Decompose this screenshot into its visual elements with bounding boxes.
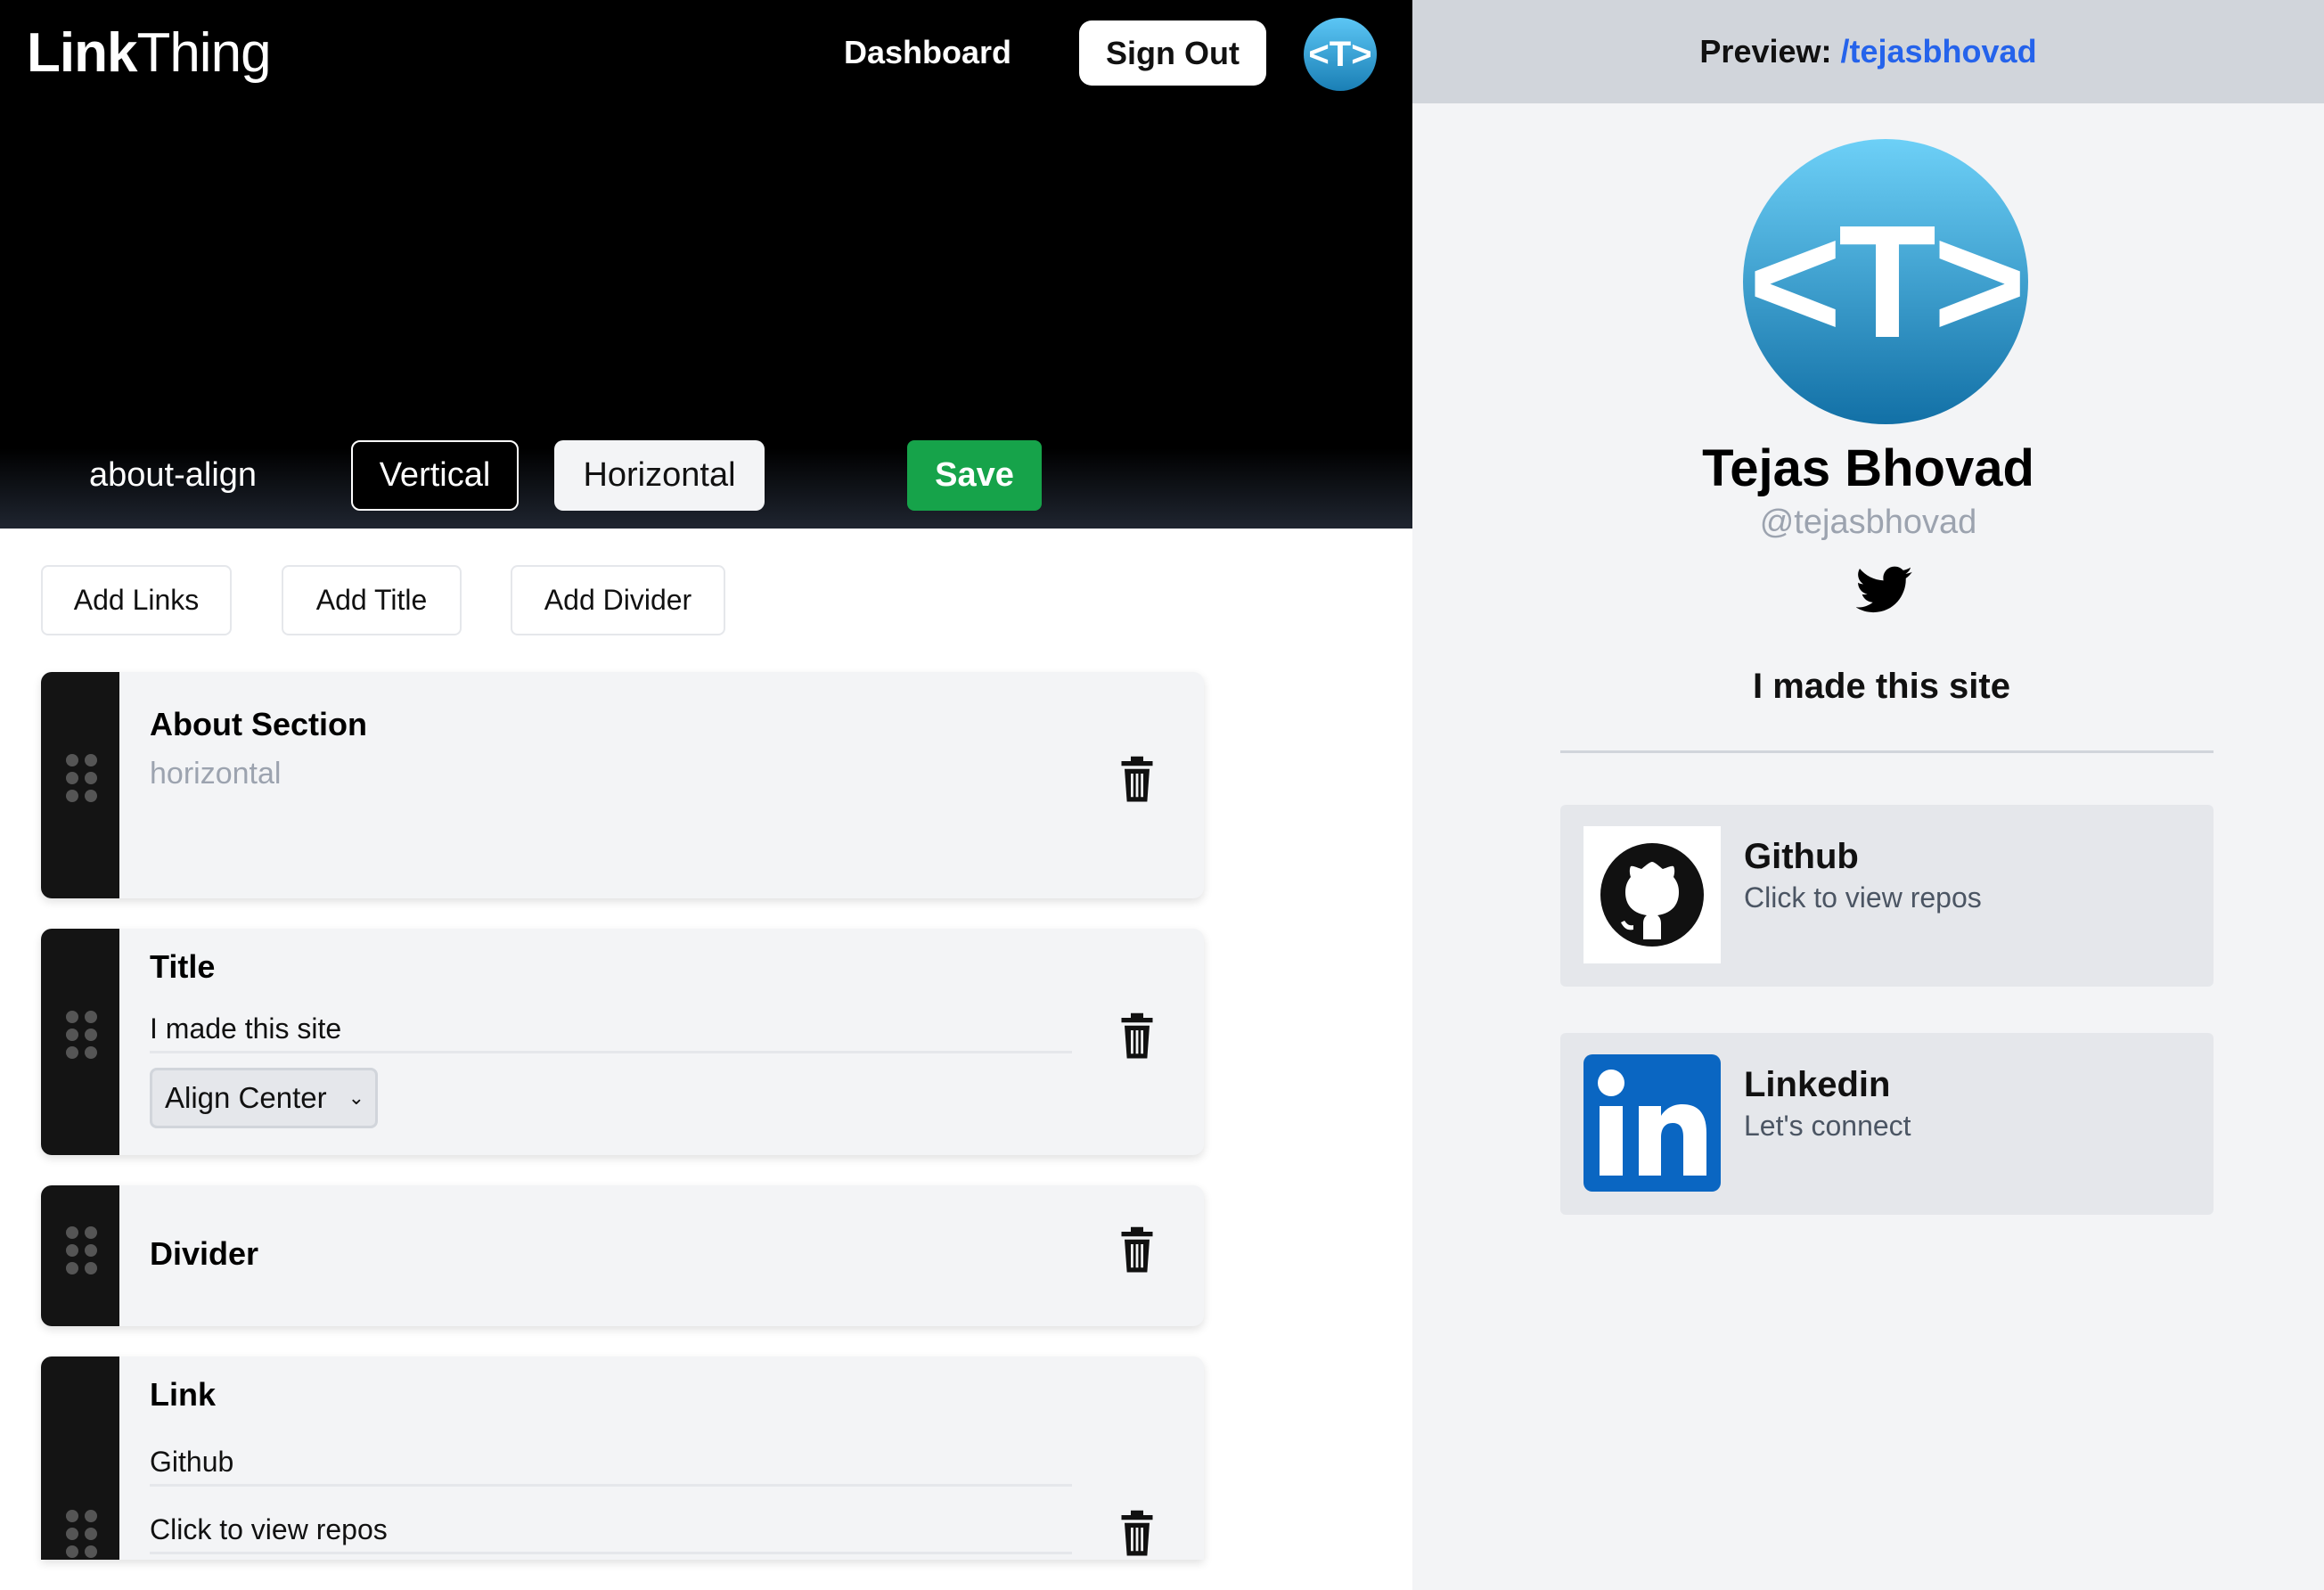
editor-header: LinkThing Dashboard Sign Out <T> about-a…	[0, 0, 1412, 529]
chevron-down-icon: ⌄	[348, 1086, 364, 1109]
linkedin-icon	[1583, 1054, 1721, 1192]
preview-panel: Preview: /tejasbhovad <T> Tejas Bhovad @…	[1412, 0, 2324, 1590]
user-avatar[interactable]: <T>	[1304, 18, 1377, 91]
logo-bold-text: Link	[27, 22, 137, 84]
github-icon	[1583, 826, 1721, 963]
drag-handle[interactable]	[41, 1185, 119, 1326]
link-description: Let's connect	[1744, 1110, 1911, 1142]
card-title: Title	[150, 948, 216, 985]
about-section-card: About Section horizontal	[41, 672, 1204, 898]
add-links-button[interactable]: Add Links	[41, 565, 232, 635]
preview-bar: Preview: /tejasbhovad	[1412, 0, 2324, 103]
link-description: Click to view repos	[1744, 881, 1982, 914]
align-label: about-align	[89, 456, 258, 494]
profile-handle: @tejasbhovad	[1759, 504, 1977, 541]
drag-handle[interactable]	[41, 929, 119, 1155]
align-select-value: Align Center	[165, 1081, 327, 1114]
app-logo[interactable]: LinkThing	[27, 21, 272, 85]
profile-divider	[1560, 750, 2214, 753]
card-title: Link	[150, 1376, 217, 1413]
horizontal-button[interactable]: Horizontal	[554, 440, 765, 511]
link-title: Linkedin	[1744, 1065, 1891, 1104]
trash-icon[interactable]	[1118, 1226, 1156, 1274]
preview-link-linkedin[interactable]: Linkedin Let's connect	[1560, 1033, 2214, 1215]
logo-light-text: Thing	[136, 22, 271, 84]
preview-label: Preview:	[1699, 33, 1832, 70]
profile-avatar: <T>	[1743, 139, 2028, 424]
drag-dots-icon	[66, 1510, 98, 1558]
drag-handle[interactable]	[41, 1356, 119, 1560]
nav-dashboard-link[interactable]: Dashboard	[844, 34, 1011, 71]
divider-card: Divider	[41, 1185, 1204, 1326]
editor-panel: LinkThing Dashboard Sign Out <T> about-a…	[0, 0, 1412, 1590]
title-card: Title Align Center ⌄	[41, 929, 1204, 1155]
preview-path-link[interactable]: /tejasbhovad	[1841, 33, 2037, 70]
vertical-button[interactable]: Vertical	[351, 440, 519, 511]
drag-dots-icon	[66, 1011, 98, 1059]
title-text-input[interactable]	[150, 1007, 1072, 1053]
save-button[interactable]: Save	[907, 440, 1042, 511]
add-title-button[interactable]: Add Title	[282, 565, 462, 635]
sign-out-button[interactable]: Sign Out	[1079, 20, 1266, 86]
add-divider-button[interactable]: Add Divider	[511, 565, 725, 635]
card-title: Divider	[150, 1235, 259, 1272]
trash-icon[interactable]	[1118, 1012, 1156, 1061]
link-description-input[interactable]	[150, 1508, 1072, 1554]
twitter-icon[interactable]	[1856, 566, 1913, 614]
link-title: Github	[1744, 837, 1859, 876]
drag-dots-icon	[66, 754, 98, 802]
drag-handle[interactable]	[41, 672, 119, 898]
profile-section-title: I made this site	[1753, 667, 2010, 706]
align-select[interactable]: Align Center ⌄	[150, 1068, 378, 1128]
link-card: Link	[41, 1356, 1204, 1560]
preview-link-github[interactable]: Github Click to view repos	[1560, 805, 2214, 987]
card-title: About Section	[150, 706, 367, 742]
profile-name: Tejas Bhovad	[1702, 439, 2034, 497]
drag-dots-icon	[66, 1226, 98, 1274]
trash-icon[interactable]	[1118, 1510, 1156, 1558]
card-subtitle: horizontal	[150, 757, 282, 791]
trash-icon[interactable]	[1118, 756, 1156, 804]
link-name-input[interactable]	[150, 1440, 1072, 1487]
